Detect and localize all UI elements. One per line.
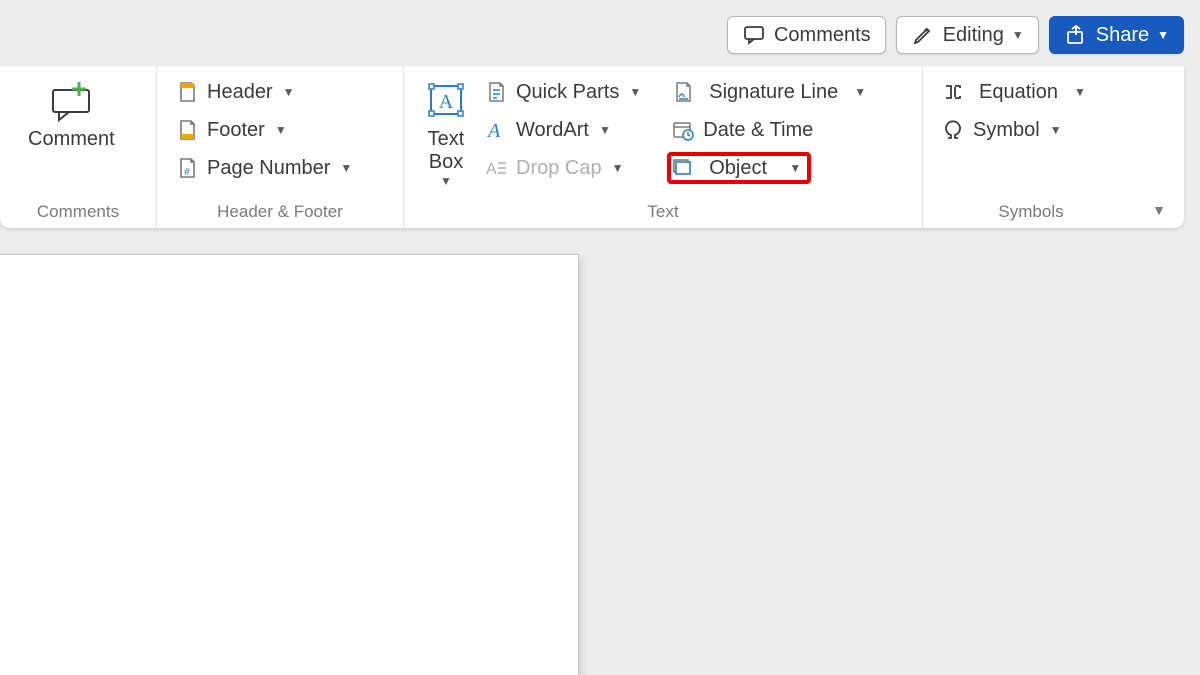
- top-action-bar: Comments Editing ▼ Share ▼: [727, 16, 1184, 54]
- group-symbols: Equation ▼ Symbol ▼ Symbols: [923, 66, 1139, 228]
- chevron-down-icon: ▼: [1074, 85, 1086, 99]
- new-comment-button[interactable]: Comment: [14, 74, 129, 151]
- signature-label: Signature Line: [709, 81, 838, 104]
- ribbon: Comment Comments Header ▼: [0, 66, 1184, 228]
- document-canvas[interactable]: [0, 254, 579, 675]
- svg-text:#: #: [184, 167, 190, 178]
- date-time-button[interactable]: Date & Time: [667, 114, 874, 146]
- quick-parts-icon: [484, 80, 508, 104]
- svg-text:A: A: [439, 91, 454, 113]
- wordart-icon: A: [484, 118, 508, 142]
- share-icon: [1064, 23, 1088, 47]
- drop-cap-icon: A: [484, 156, 508, 180]
- object-icon: [671, 156, 695, 180]
- footer-button[interactable]: Footer ▼: [171, 114, 360, 146]
- group-caption-symbols: Symbols: [923, 202, 1139, 222]
- wordart-label: WordArt: [516, 119, 589, 142]
- symbol-icon: [941, 118, 965, 142]
- chevron-down-icon: ▼: [854, 85, 866, 99]
- drop-cap-label: Drop Cap: [516, 157, 602, 180]
- chevron-down-icon: ▼: [275, 123, 287, 137]
- text-box-icon: A: [424, 80, 468, 124]
- chevron-down-icon: ▼: [1012, 28, 1024, 42]
- comments-label: Comments: [774, 24, 871, 47]
- page-number-button[interactable]: # Page Number ▼: [171, 152, 360, 184]
- header-button[interactable]: Header ▼: [171, 76, 360, 108]
- quick-parts-button[interactable]: Quick Parts ▼: [480, 76, 649, 108]
- text-box-button[interactable]: A Text Box ▼: [418, 74, 474, 188]
- chevron-down-icon: ▼: [340, 161, 352, 175]
- signature-icon: [671, 80, 695, 104]
- text-box-label: Text Box: [428, 128, 465, 174]
- date-time-label: Date & Time: [703, 119, 813, 142]
- chevron-down-icon: ▼: [629, 85, 641, 99]
- group-header-footer: Header ▼ Footer ▼ #: [157, 66, 404, 228]
- collapse-ribbon-icon[interactable]: ▼: [1152, 202, 1166, 218]
- svg-text:A: A: [486, 120, 501, 142]
- chevron-down-icon: ▼: [1050, 123, 1062, 137]
- group-caption-text: Text: [404, 202, 922, 222]
- page-number-icon: #: [175, 156, 199, 180]
- chevron-down-icon: ▼: [440, 174, 452, 188]
- group-comments: Comment Comments: [0, 66, 157, 228]
- equation-button[interactable]: Equation ▼: [937, 76, 1094, 108]
- footer-label: Footer: [207, 119, 265, 142]
- symbol-button[interactable]: Symbol ▼: [937, 114, 1094, 146]
- share-button[interactable]: Share ▼: [1049, 16, 1184, 54]
- speech-bubble-icon: [742, 23, 766, 47]
- chevron-down-icon: ▼: [599, 123, 611, 137]
- header-label: Header: [207, 81, 273, 104]
- chevron-down-icon: ▼: [283, 85, 295, 99]
- equation-icon: [941, 80, 965, 104]
- header-icon: [175, 80, 199, 104]
- editing-mode-button[interactable]: Editing ▼: [896, 16, 1039, 54]
- comment-label: Comment: [28, 128, 115, 151]
- equation-label: Equation: [979, 81, 1058, 104]
- pencil-icon: [911, 23, 935, 47]
- chevron-down-icon: ▼: [789, 161, 801, 175]
- object-button[interactable]: Object ▼: [667, 152, 811, 184]
- group-caption-comments: Comments: [0, 202, 156, 222]
- new-comment-icon: [49, 80, 93, 124]
- page-number-label: Page Number: [207, 157, 330, 180]
- object-label: Object: [709, 157, 767, 180]
- date-time-icon: [671, 118, 695, 142]
- group-text: A Text Box ▼ Quick Parts ▼: [404, 66, 923, 228]
- chevron-down-icon: ▼: [1157, 28, 1169, 42]
- signature-line-button[interactable]: Signature Line ▼: [667, 76, 874, 108]
- wordart-button[interactable]: A WordArt ▼: [480, 114, 649, 146]
- group-caption-hf: Header & Footer: [157, 202, 403, 222]
- quick-parts-label: Quick Parts: [516, 81, 619, 104]
- editing-label: Editing: [943, 24, 1004, 47]
- comments-button[interactable]: Comments: [727, 16, 886, 54]
- symbol-label: Symbol: [973, 119, 1040, 142]
- share-label: Share: [1096, 24, 1149, 47]
- svg-text:A: A: [486, 161, 497, 178]
- footer-icon: [175, 118, 199, 142]
- drop-cap-button[interactable]: A Drop Cap ▼: [480, 152, 649, 184]
- chevron-down-icon: ▼: [612, 161, 624, 175]
